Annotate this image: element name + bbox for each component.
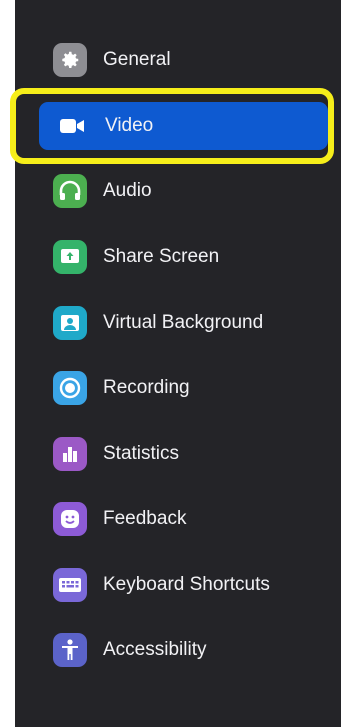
sidebar-item-label: General	[103, 49, 171, 70]
sidebar-item-label: Recording	[103, 377, 190, 398]
accessibility-icon	[53, 633, 87, 667]
sidebar-item-video[interactable]: Video	[39, 102, 328, 150]
recording-icon	[53, 371, 87, 405]
sidebar-item-virtual-background[interactable]: Virtual Background	[39, 299, 327, 347]
sidebar-item-label: Video	[105, 115, 154, 136]
sidebar-item-general[interactable]: General	[39, 36, 327, 84]
share-screen-icon	[53, 240, 87, 274]
sidebar-item-statistics[interactable]: Statistics	[39, 430, 327, 478]
video-camera-icon	[55, 109, 89, 143]
virtual-background-icon	[53, 306, 87, 340]
statistics-icon	[53, 437, 87, 471]
feedback-icon	[53, 502, 87, 536]
sidebar-item-recording[interactable]: Recording	[39, 364, 327, 412]
gear-icon	[53, 43, 87, 77]
sidebar-item-audio[interactable]: Audio	[39, 167, 327, 215]
sidebar-item-label: Feedback	[103, 508, 187, 529]
sidebar-item-accessibility[interactable]: Accessibility	[39, 626, 327, 674]
settings-sidebar: General Video Audio Share Screen Virtual…	[15, 0, 341, 727]
sidebar-item-label: Statistics	[103, 443, 180, 464]
sidebar-item-label: Share Screen	[103, 246, 220, 267]
sidebar-item-label: Audio	[103, 180, 152, 201]
sidebar-item-feedback[interactable]: Feedback	[39, 495, 327, 543]
keyboard-icon	[53, 568, 87, 602]
headphones-icon	[53, 174, 87, 208]
sidebar-item-label: Virtual Background	[103, 312, 264, 333]
sidebar-item-keyboard-shortcuts[interactable]: Keyboard Shortcuts	[39, 561, 327, 609]
sidebar-item-share-screen[interactable]: Share Screen	[39, 233, 327, 281]
sidebar-item-label: Keyboard Shortcuts	[103, 574, 270, 595]
sidebar-item-label: Accessibility	[103, 639, 207, 660]
